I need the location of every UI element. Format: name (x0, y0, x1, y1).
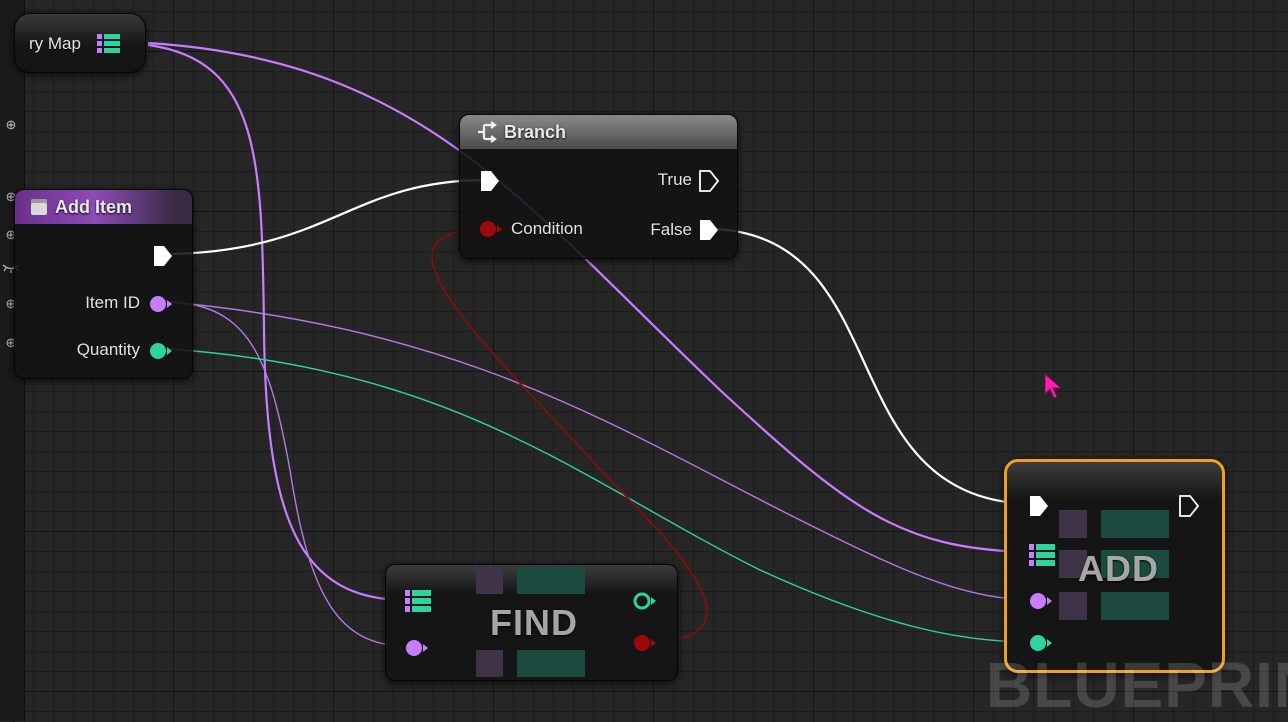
map-variable-label: ry Map (29, 34, 81, 53)
wire-exec-false-to-add (715, 227, 1033, 506)
blueprint-watermark: BLUEPRIN (986, 649, 1288, 721)
add-node[interactable]: ADD (1004, 459, 1225, 673)
true-exec-out-pin[interactable] (699, 170, 720, 197)
find-label: FIND (490, 602, 578, 643)
add-item-title: Add Item (55, 196, 133, 217)
item-id-label: Item ID (85, 293, 140, 312)
find-placeholder-key-3 (476, 650, 503, 677)
condition-label: Condition (511, 219, 583, 238)
find-node[interactable]: FIND (385, 564, 678, 681)
wire-itemid-to-find (169, 301, 406, 647)
add-placeholder-key-1 (1059, 510, 1087, 538)
find-map-pin[interactable] (405, 588, 433, 621)
cursor-icon (1043, 372, 1065, 405)
add-placeholder-value-1 (1101, 510, 1169, 538)
find-placeholder-value-1 (517, 567, 585, 594)
add-map-pin[interactable] (1029, 542, 1057, 575)
add-key-pin[interactable] (1029, 591, 1053, 616)
find-return-bool-pin[interactable] (632, 633, 658, 658)
find-placeholder-value-3 (517, 650, 585, 677)
branch-exec-in-pin[interactable] (480, 170, 500, 197)
add-placeholder-key-3 (1059, 592, 1087, 620)
exec-out-pin[interactable] (153, 245, 173, 272)
add-item-node[interactable]: Add Item Item ID Quantity (14, 189, 193, 379)
wire-exec-additem-to-branch (171, 178, 483, 256)
add-placeholder-value-3 (1101, 592, 1169, 620)
branch-node[interactable]: Branch True Condition False (459, 114, 738, 259)
plus-circle-icon[interactable]: ⊕ (0, 113, 22, 137)
add-item-header: Add Item (15, 190, 192, 224)
true-label: True (657, 170, 692, 189)
branch-title: Branch (504, 121, 567, 142)
add-exec-in-pin[interactable] (1029, 495, 1049, 522)
condition-pin[interactable] (478, 219, 504, 244)
map-icon[interactable] (97, 32, 123, 63)
false-label: False (650, 220, 692, 239)
add-label: ADD (1078, 548, 1159, 589)
map-variable-node[interactable]: ry Map (14, 13, 146, 73)
item-id-pin[interactable] (149, 294, 173, 319)
wire-itemid-to-add (169, 301, 1031, 601)
false-exec-out-pin[interactable] (699, 219, 719, 246)
add-exec-out-pin[interactable] (1179, 495, 1200, 522)
branch-icon (476, 121, 498, 143)
quantity-label: Quantity (76, 340, 140, 359)
quantity-pin[interactable] (149, 341, 173, 366)
branch-header: Branch (460, 115, 737, 149)
find-placeholder-key-1 (476, 567, 503, 594)
find-key-pin[interactable] (405, 638, 429, 663)
find-value-out-pin[interactable] (632, 591, 658, 616)
function-icon (31, 199, 47, 215)
